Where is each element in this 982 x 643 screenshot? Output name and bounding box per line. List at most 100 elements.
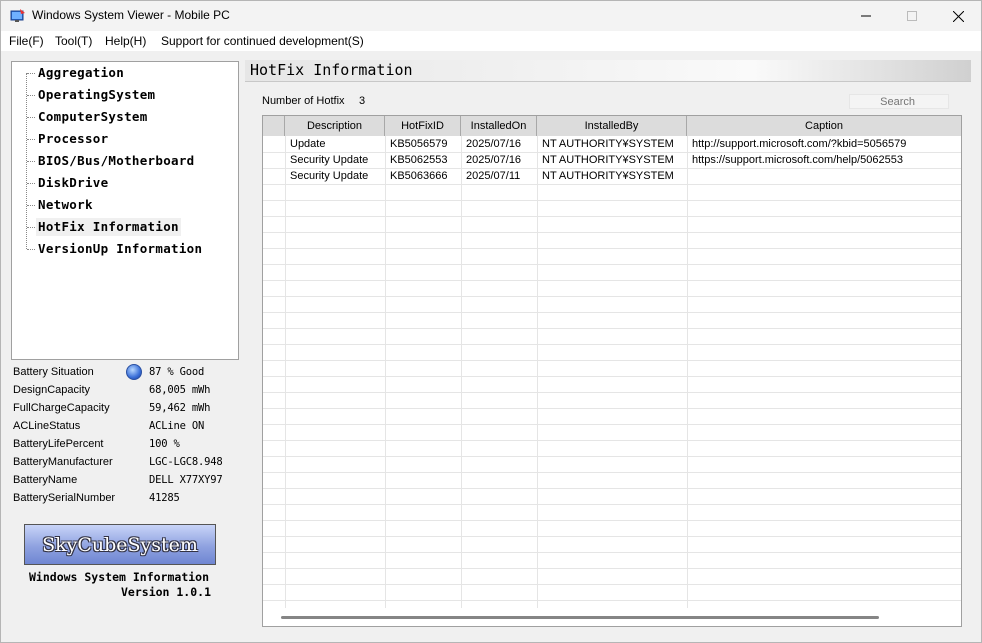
- close-button[interactable]: [935, 1, 981, 31]
- column-header-hotfixid[interactable]: HotFixID: [385, 116, 461, 136]
- minimize-button[interactable]: [843, 1, 889, 31]
- grid-row-line: [263, 184, 961, 185]
- grid-column-line: [285, 136, 286, 608]
- menu-tool[interactable]: Tool(T): [55, 34, 92, 48]
- grid-row-line: [263, 488, 961, 489]
- grid-row-line: [263, 296, 961, 297]
- grid-row-line: [263, 264, 961, 265]
- grid-column-line: [385, 136, 386, 608]
- app-window: Windows System Viewer - Mobile PC File(F…: [0, 0, 982, 643]
- battery-status-orb-icon: [126, 364, 142, 380]
- table-cell[interactable]: KB5063666: [385, 168, 461, 184]
- tree-connector: [27, 205, 35, 206]
- battery-situation-label: Battery Situation: [13, 366, 94, 378]
- column-header-caption[interactable]: Caption: [687, 116, 961, 136]
- tree-connector: [27, 95, 35, 96]
- search-input[interactable]: [849, 94, 949, 109]
- close-icon: [952, 10, 964, 22]
- grid-row-line: [263, 344, 961, 345]
- table-cell[interactable]: Update: [285, 136, 385, 152]
- tree-connector: [27, 227, 35, 228]
- skycubesystem-logo[interactable]: SkyCubeSystem: [24, 524, 216, 565]
- tree-connector: [27, 249, 35, 250]
- table-cell[interactable]: 2025/07/16: [461, 152, 537, 168]
- grid-row-line: [263, 440, 961, 441]
- table-cell[interactable]: NT AUTHORITY¥SYSTEM: [537, 152, 687, 168]
- grid-row-line: [263, 472, 961, 473]
- battery-serial-value: 41285: [149, 492, 180, 504]
- app-version: Version 1.0.1: [121, 585, 212, 599]
- table-cell[interactable]: NT AUTHORITY¥SYSTEM: [537, 168, 687, 184]
- grid-row-line: [263, 360, 961, 361]
- table-cell[interactable]: http://support.microsoft.com/?kbid=50565…: [687, 136, 961, 152]
- column-header-description[interactable]: Description: [285, 116, 385, 136]
- grid-row-line: [263, 216, 961, 217]
- design-capacity-value: 68,005 mWh: [149, 384, 211, 396]
- title-bar[interactable]: Windows System Viewer - Mobile PC: [1, 1, 981, 31]
- grid-row-line: [263, 376, 961, 377]
- tree-item-hotfix[interactable]: HotFix Information: [36, 218, 181, 236]
- tree-connector: [27, 183, 35, 184]
- table-cell[interactable]: NT AUTHORITY¥SYSTEM: [537, 136, 687, 152]
- grid-row-line: [263, 328, 961, 329]
- tree-item-processor[interactable]: Processor: [36, 130, 110, 148]
- grid-row-line: [263, 568, 961, 569]
- table-cell[interactable]: 2025/07/11: [461, 168, 537, 184]
- panel-header: HotFix Information: [245, 60, 971, 82]
- full-charge-capacity-value: 59,462 mWh: [149, 402, 211, 414]
- panel-title: HotFix Information: [250, 61, 413, 79]
- grid-row-line: [263, 584, 961, 585]
- tree-item-operatingsystem[interactable]: OperatingSystem: [36, 86, 157, 104]
- table-cell[interactable]: 2025/07/16: [461, 136, 537, 152]
- tree-item-versionup[interactable]: VersionUp Information: [36, 240, 204, 258]
- acline-status-value: ACLine ON: [149, 420, 205, 432]
- column-header-installedon[interactable]: InstalledOn: [461, 116, 537, 136]
- tree-item-bios[interactable]: BIOS/Bus/Motherboard: [36, 152, 197, 170]
- maximize-button[interactable]: [889, 1, 935, 31]
- grid-row-line: [263, 312, 961, 313]
- table-cell[interactable]: Security Update: [285, 168, 385, 184]
- full-charge-capacity-label: FullChargeCapacity: [13, 402, 110, 414]
- horizontal-scrollbar[interactable]: [281, 616, 879, 619]
- battery-situation-value: 87 % Good: [149, 366, 205, 378]
- tree-item-aggregation[interactable]: Aggregation: [36, 64, 126, 82]
- table-cell[interactable]: KB5056579: [385, 136, 461, 152]
- grid-row-line: [263, 280, 961, 281]
- grid-row-line: [263, 504, 961, 505]
- menu-file[interactable]: File(F): [9, 34, 44, 48]
- tree-item-network[interactable]: Network: [36, 196, 95, 214]
- tree-item-diskdrive[interactable]: DiskDrive: [36, 174, 110, 192]
- grid-row-line: [263, 456, 961, 457]
- table-cell[interactable]: [687, 168, 961, 184]
- battery-manufacturer-label: BatteryManufacturer: [13, 456, 113, 468]
- grid-row-line: [263, 248, 961, 249]
- menu-help[interactable]: Help(H): [105, 34, 146, 48]
- hotfix-count-label: Number of Hotfix: [262, 95, 345, 107]
- row-header-corner[interactable]: [263, 116, 285, 136]
- app-icon: [10, 9, 25, 22]
- hotfix-count: 3: [359, 95, 366, 107]
- battery-name-value: DELL X77XY97: [149, 474, 223, 486]
- tree-connector: [27, 117, 35, 118]
- table-cell[interactable]: Security Update: [285, 152, 385, 168]
- table-header: Description HotFixID InstalledOn Install…: [263, 116, 961, 136]
- maximize-icon: [907, 11, 917, 21]
- table-cell[interactable]: KB5062553: [385, 152, 461, 168]
- grid-column-line: [687, 136, 688, 608]
- table-cell[interactable]: https://support.microsoft.com/help/50625…: [687, 152, 961, 168]
- design-capacity-label: DesignCapacity: [13, 384, 91, 396]
- grid-row-line: [263, 232, 961, 233]
- tree-connector: [27, 139, 35, 140]
- column-header-installedby[interactable]: InstalledBy: [537, 116, 687, 136]
- app-name: Windows System Information: [29, 570, 210, 584]
- battery-life-percent-value: 100 %: [149, 438, 180, 450]
- category-tree: Aggregation OperatingSystem ComputerSyst…: [11, 61, 239, 360]
- grid-row-line: [263, 536, 961, 537]
- menu-support[interactable]: Support for continued development(S): [161, 34, 364, 48]
- grid-row-line: [263, 600, 961, 601]
- grid-row-line: [263, 408, 961, 409]
- acline-status-label: ACLineStatus: [13, 420, 81, 432]
- grid-row-line: [263, 552, 961, 553]
- tree-item-computersystem[interactable]: ComputerSystem: [36, 108, 150, 126]
- battery-life-percent-label: BatteryLifePercent: [13, 438, 104, 450]
